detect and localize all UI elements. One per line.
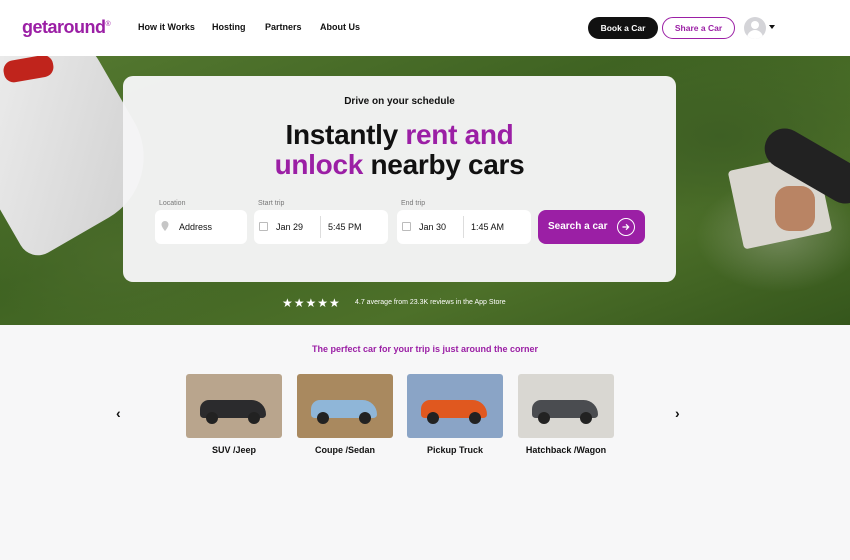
avatar-head [751, 21, 759, 29]
hero-banner: Drive on your schedule Instantly rent an… [0, 56, 850, 325]
share-a-car-button[interactable]: Share a Car [662, 17, 735, 39]
category-label: SUV /Jeep [211, 445, 257, 455]
category-image [407, 374, 503, 438]
start-date[interactable]: Jan 29 [276, 222, 303, 232]
top-navbar: getaround® How it Works Hosting Partners… [0, 0, 850, 56]
location-field[interactable]: Address [155, 210, 247, 244]
wheel-icon [469, 412, 481, 424]
getaround-logo[interactable]: getaround® [22, 17, 111, 38]
chevron-down-icon[interactable] [769, 25, 775, 29]
category-card-suv[interactable]: SUV /Jeep [186, 374, 282, 455]
category-label: Pickup Truck [426, 445, 484, 455]
location-input[interactable]: Address [179, 222, 212, 232]
location-label: Location [159, 200, 186, 207]
wheel-icon [538, 412, 550, 424]
category-label: Coupe /Sedan [314, 445, 375, 455]
wheel-icon [206, 412, 218, 424]
wheel-icon [248, 412, 260, 424]
carousel-next-icon[interactable]: › [675, 405, 680, 421]
start-time[interactable]: 5:45 PM [328, 222, 362, 232]
end-time[interactable]: 1:45 AM [471, 222, 504, 232]
start-trip-label: Start trip [258, 200, 285, 207]
book-a-car-button[interactable]: Book a Car [588, 17, 658, 39]
calendar-icon [402, 222, 411, 231]
start-trip-field[interactable]: Jan 29 5:45 PM [254, 210, 388, 244]
star-rating-icon: ★★★★★ [282, 296, 341, 310]
wheel-icon [427, 412, 439, 424]
wheel-icon [359, 412, 371, 424]
category-label: Hatchback /Wagon [525, 445, 607, 455]
category-image [186, 374, 282, 438]
end-date[interactable]: Jan 30 [419, 222, 446, 232]
search-card: Drive on your schedule Instantly rent an… [123, 76, 676, 282]
location-pin-icon [161, 221, 169, 231]
avatar-body [747, 30, 763, 39]
hero-tagline: Drive on your schedule [344, 96, 455, 107]
field-divider [463, 216, 464, 238]
field-divider [320, 216, 321, 238]
category-card-hatchback[interactable]: Hatchback /Wagon [518, 374, 614, 455]
nav-about-us[interactable]: About Us [320, 22, 360, 32]
rating-text: 4.7 average from 23.3K reviews in the Ap… [355, 299, 506, 306]
hero-headline: Instantly rent and unlock nearby cars [274, 119, 525, 180]
category-image [518, 374, 614, 438]
car-taillight [1, 56, 56, 84]
person-image-2 [775, 186, 815, 231]
calendar-icon [259, 222, 268, 231]
category-card-pickup[interactable]: Pickup Truck [407, 374, 503, 455]
user-avatar-icon[interactable] [744, 17, 766, 39]
search-a-car-button[interactable]: Search a car [538, 210, 645, 244]
arrow-right-icon [617, 218, 635, 236]
nav-hosting[interactable]: Hosting [212, 22, 246, 32]
category-card-coupe[interactable]: Coupe /Sedan [297, 374, 393, 455]
carousel-prev-icon[interactable]: ‹ [116, 405, 121, 421]
wheel-icon [317, 412, 329, 424]
end-trip-field[interactable]: Jan 30 1:45 AM [397, 210, 531, 244]
end-trip-label: End trip [401, 200, 426, 207]
categories-title: The perfect car for your trip is just ar… [311, 344, 539, 354]
nav-how-it-works[interactable]: How it Works [138, 22, 195, 32]
category-image [297, 374, 393, 438]
nav-partners[interactable]: Partners [265, 22, 302, 32]
wheel-icon [580, 412, 592, 424]
